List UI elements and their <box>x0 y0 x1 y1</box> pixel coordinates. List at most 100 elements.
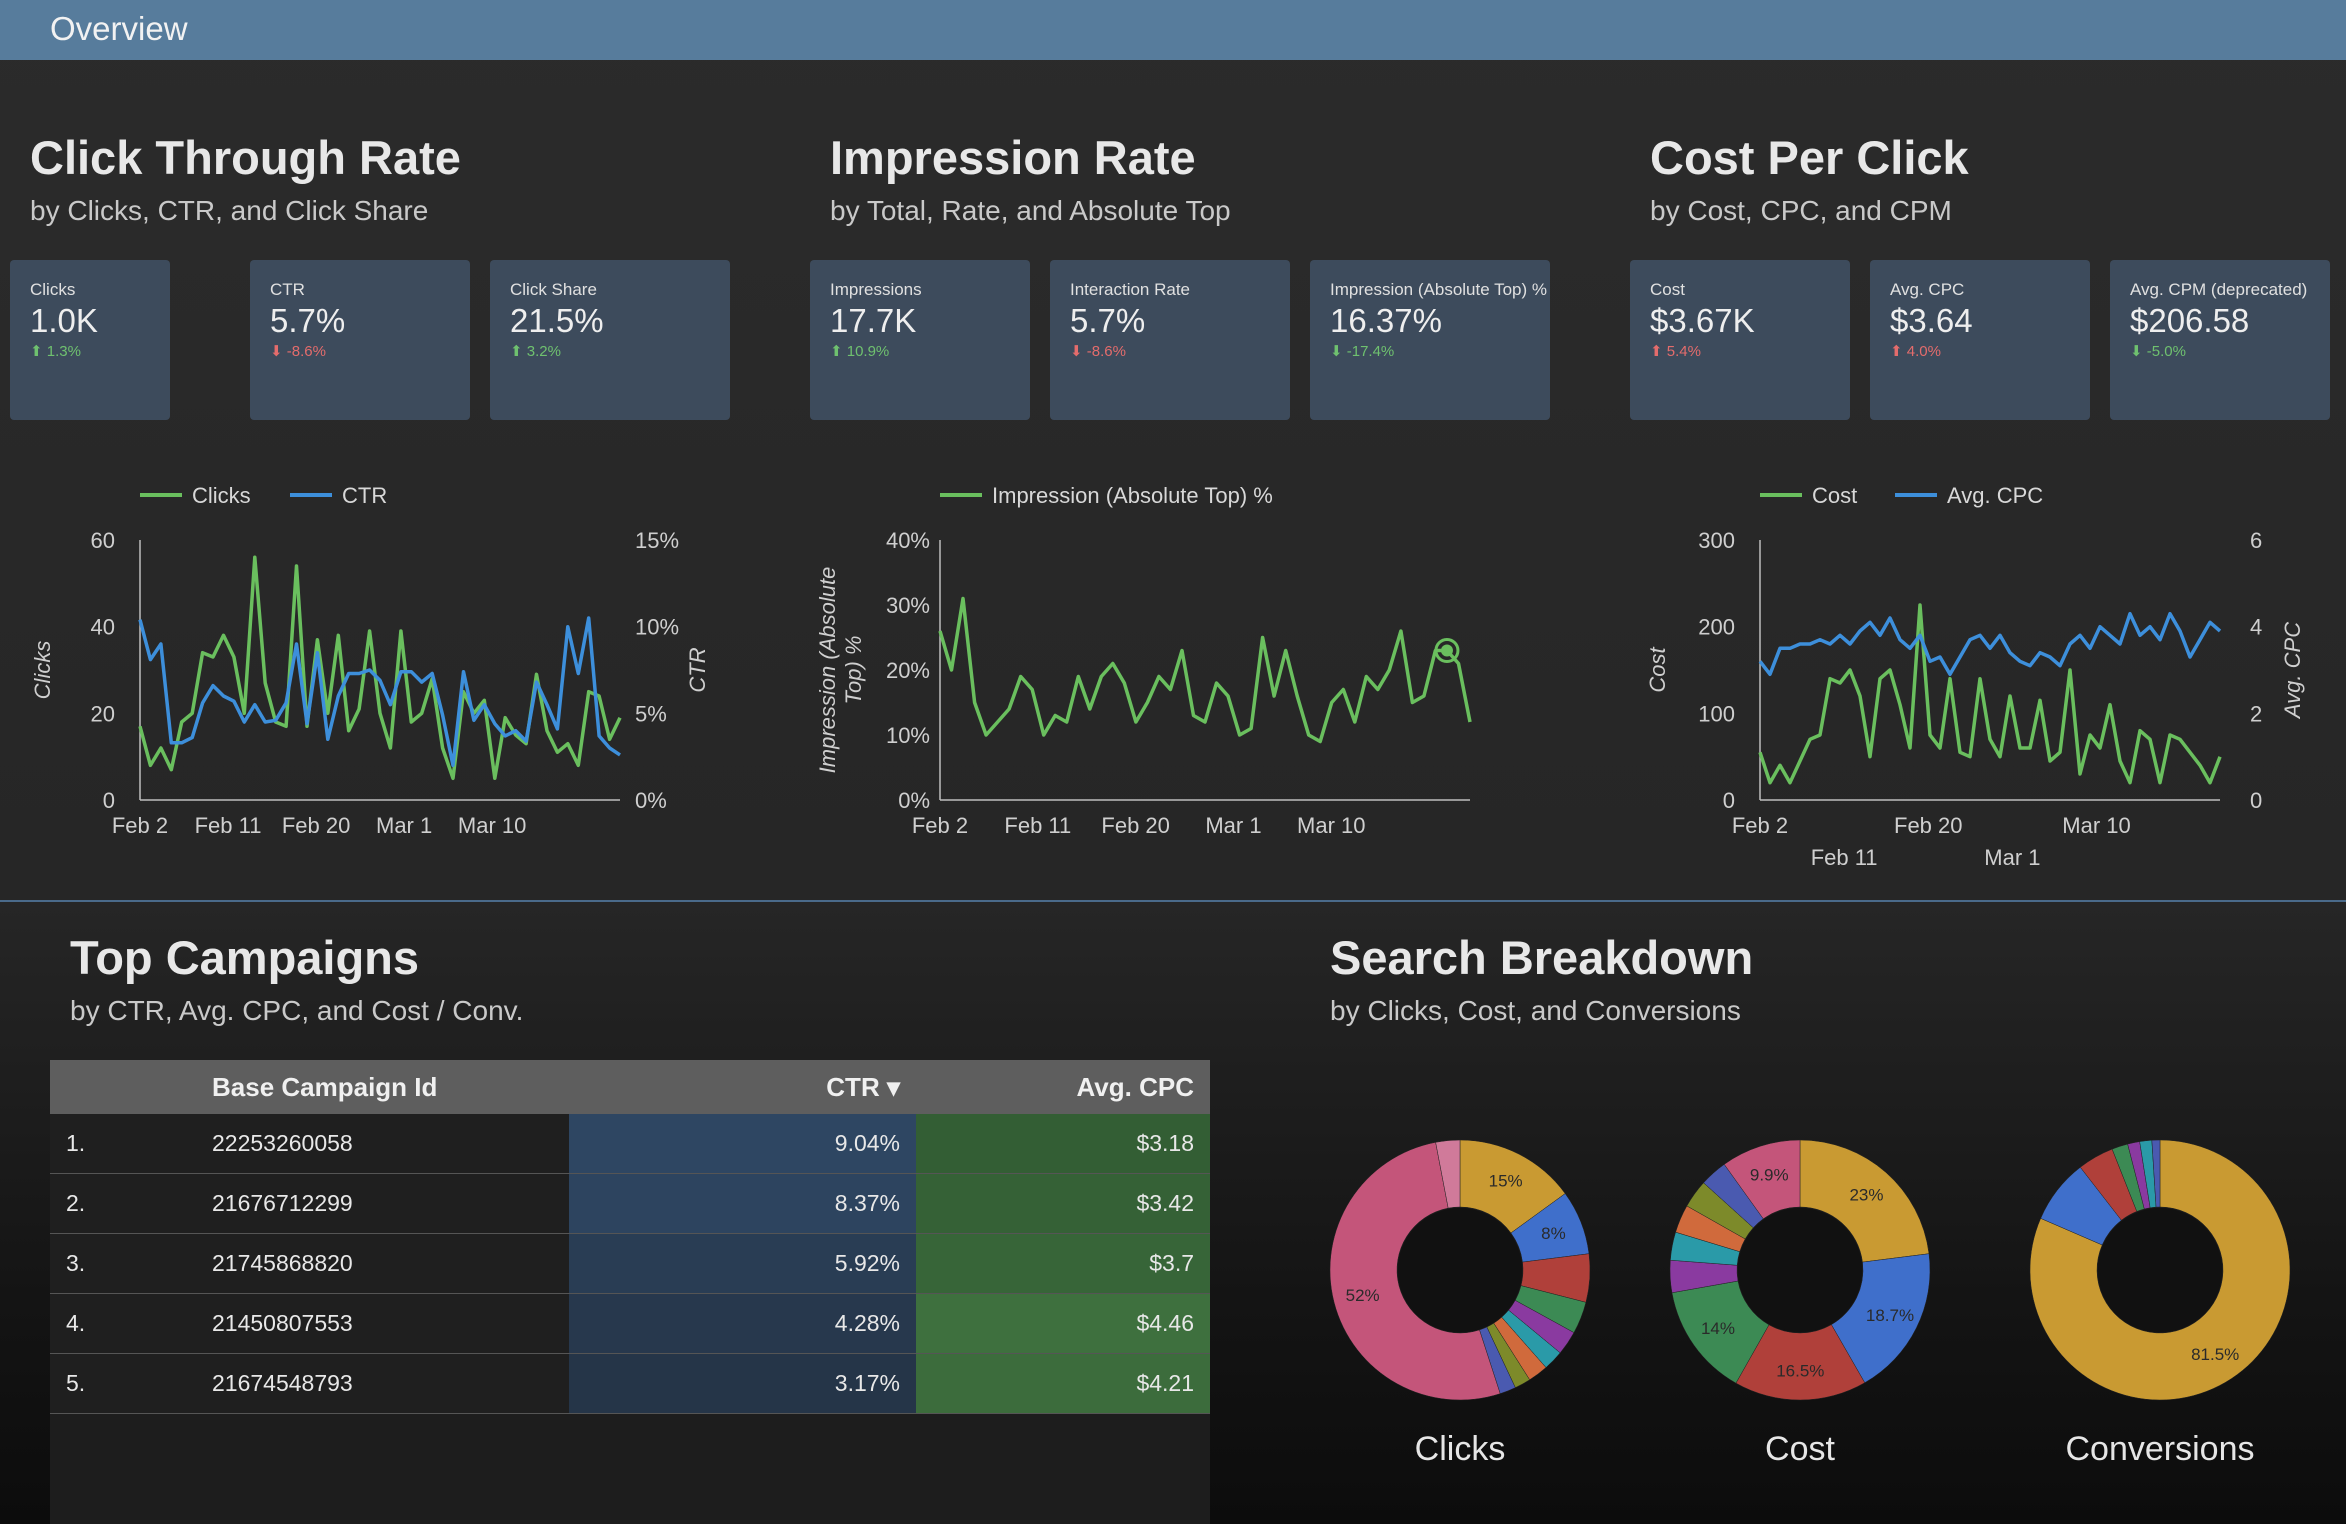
donut-title: Cost <box>1765 1430 1835 1468</box>
campaign-id-cell: 21450807553 <box>162 1293 569 1354</box>
kpi-label: Clicks <box>30 280 76 299</box>
y-tick-label: 300 <box>1698 528 1735 553</box>
campaign-id-cell: 22253260058 <box>162 1114 569 1174</box>
kpi-value: $3.64 <box>1890 302 1973 339</box>
y-tick-label: 0 <box>103 788 115 813</box>
kpi-card-1[interactable]: CTR 5.7% ⬇ -8.6% <box>250 260 470 420</box>
col-header-avg-cpc[interactable]: Avg. CPC <box>916 1060 1210 1114</box>
y-right-tick-label: 0 <box>2250 788 2262 813</box>
x-tick-label: Feb 2 <box>1732 813 1788 838</box>
kpi-delta: ⬆ 10.9% <box>830 343 890 360</box>
legend-label: Clicks <box>192 483 251 508</box>
donut-slice-label: 18.7% <box>1866 1306 1914 1325</box>
row-rank: 2. <box>50 1173 162 1234</box>
y-tick-label: 0% <box>898 788 930 813</box>
avg-cpc-cell: $3.7 <box>916 1233 1210 1294</box>
avg-cpc-cell: $4.21 <box>916 1353 1210 1414</box>
x-tick-label: Feb 11 <box>1004 813 1071 838</box>
ctr-cell: 4.28% <box>569 1293 916 1354</box>
table-row[interactable]: 3. 21745868820 5.92% $3.7 <box>50 1233 1210 1294</box>
kpi-delta: ⬇ -5.0% <box>2130 343 2186 360</box>
y-axis-title: Impression (AbsoluteTop) % <box>815 567 866 774</box>
page-title: Overview <box>50 10 188 47</box>
kpi-card-6[interactable]: Cost $3.67K ⬆ 5.4% <box>1630 260 1850 420</box>
y-axis-title: Clicks <box>30 641 55 700</box>
table-row[interactable]: 1. 22253260058 9.04% $3.18 <box>50 1114 1210 1174</box>
kpi-card-7[interactable]: Avg. CPC $3.64 ⬆ 4.0% <box>1870 260 2090 420</box>
row-rank: 3. <box>50 1233 162 1294</box>
kpi-delta: ⬆ 4.0% <box>1890 343 1941 360</box>
cpc-line-chart: 0 100 200 300 0 2 4 6 Feb 2 Feb 11 Feb 20 Mar 1 Mar … <box>1645 483 2305 870</box>
ctr-section-title: Click Through Rate <box>30 131 461 184</box>
donut-slice-label: 81.5% <box>2191 1345 2239 1364</box>
section-divider <box>0 900 2346 902</box>
table-row[interactable]: 4. 21450807553 4.28% $4.46 <box>50 1293 1210 1354</box>
kpi-label: Impressions <box>830 280 922 299</box>
table-row[interactable]: 5. 21674548793 3.17% $4.21 <box>50 1353 1210 1414</box>
kpi-label: Avg. CPM (deprecated) <box>2130 280 2308 299</box>
kpi-value: $206.58 <box>2130 302 2250 339</box>
y-right-tick-label: 4 <box>2250 615 2262 640</box>
x-tick-label: Feb 2 <box>112 813 168 838</box>
cost-donut-chart: 23% 18.7% 16.5% 14% 9.9% Cost <box>1669 1139 1931 1468</box>
search-section-title: Search Breakdown <box>1330 931 1754 984</box>
campaigns-section-title: Top Campaigns <box>70 931 420 984</box>
kpi-delta: ⬇ -17.4% <box>1330 343 1395 360</box>
kpi-value: 16.37% <box>1330 302 1442 339</box>
y-tick-label: 10% <box>886 723 930 748</box>
campaign-id-cell: 21676712299 <box>162 1173 569 1234</box>
y-right-tick-label: 10% <box>635 615 679 640</box>
y-right-tick-label: 15% <box>635 528 679 553</box>
y-tick-label: 60 <box>91 528 115 553</box>
donut-slice-label: 9.9% <box>1750 1165 1789 1184</box>
x-tick-label: Feb 20 <box>1894 813 1963 838</box>
kpi-label: Avg. CPC <box>1890 280 1965 299</box>
kpi-delta: ⬇ -8.6% <box>1070 343 1126 360</box>
avg-cpc-cell: $3.42 <box>916 1173 1210 1234</box>
campaign-id-cell: 21745868820 <box>162 1233 569 1294</box>
col-header-ctr[interactable]: CTR ▾ <box>569 1060 916 1114</box>
kpi-delta: ⬇ -8.6% <box>270 343 326 360</box>
kpi-card-3[interactable]: Impressions 17.7K ⬆ 10.9% <box>810 260 1030 420</box>
top-bar: Overview <box>0 0 2346 60</box>
kpi-delta: ⬆ 3.2% <box>510 343 561 360</box>
kpi-card-2[interactable]: Click Share 21.5% ⬆ 3.2% <box>490 260 730 420</box>
y-right-axis-title: Avg. CPC <box>2280 622 2305 720</box>
cpc-section-subtitle: by Cost, CPC, and CPM <box>1650 195 1952 226</box>
table-header-row: Base Campaign Id CTR ▾ Avg. CPC <box>50 1060 1210 1114</box>
cpc-section-title: Cost Per Click <box>1650 131 1969 184</box>
donut-slice-label: 23% <box>1849 1186 1883 1205</box>
ctr-line-chart: 0 20 40 60 0% 5% 10% 15% Feb 2 Feb 11 Feb 20 Mar 1 M… <box>30 483 710 838</box>
series-line-clicks <box>138 555 622 781</box>
kpi-label: Cost <box>1650 280 1685 299</box>
kpi-card-4[interactable]: Interaction Rate 5.7% ⬇ -8.6% <box>1050 260 1290 420</box>
ctr-cell: 3.17% <box>569 1353 916 1414</box>
kpi-card-0[interactable]: Clicks 1.0K ⬆ 1.3% <box>10 260 170 420</box>
kpi-label: Interaction Rate <box>1070 280 1191 299</box>
series-line-impression-absolute-top- <box>938 596 1472 744</box>
ctr-cell: 9.04% <box>569 1114 916 1174</box>
legend-label: Cost <box>1812 483 1857 508</box>
y-right-tick-label: 2 <box>2250 701 2262 726</box>
x-tick-label: Feb 11 <box>1811 845 1878 870</box>
x-tick-label: Mar 1 <box>1205 813 1261 838</box>
x-tick-label: Feb 2 <box>912 813 968 838</box>
kpi-card-8[interactable]: Avg. CPM (deprecated) $206.58 ⬇ -5.0% <box>2110 260 2330 420</box>
col-header-campaign-id[interactable]: Base Campaign Id <box>162 1060 569 1114</box>
y-right-tick-label: 6 <box>2250 528 2262 553</box>
donut-hole <box>1738 1208 1862 1332</box>
y-tick-label: 20 <box>91 701 115 726</box>
impr-section-title: Impression Rate <box>830 131 1196 184</box>
table-row[interactable]: 2. 21676712299 8.37% $3.42 <box>50 1173 1210 1234</box>
row-rank: 1. <box>50 1114 162 1174</box>
y-tick-label: 100 <box>1698 701 1735 726</box>
donut-slice-label: 8% <box>1541 1224 1566 1243</box>
y-right-tick-label: 0% <box>635 788 667 813</box>
kpi-card-5[interactable]: Impression (Absolute Top) % 16.37% ⬇ -17.4… <box>1310 260 1550 420</box>
kpi-value: 5.7% <box>270 302 346 339</box>
donut-hole <box>2098 1208 2222 1332</box>
kpi-label: Impression (Absolute Top) % <box>1330 280 1548 299</box>
campaigns-section-subtitle: by CTR, Avg. CPC, and Cost / Conv. <box>70 995 524 1026</box>
x-tick-label: Mar 10 <box>2062 813 2130 838</box>
y-tick-label: 200 <box>1698 615 1735 640</box>
